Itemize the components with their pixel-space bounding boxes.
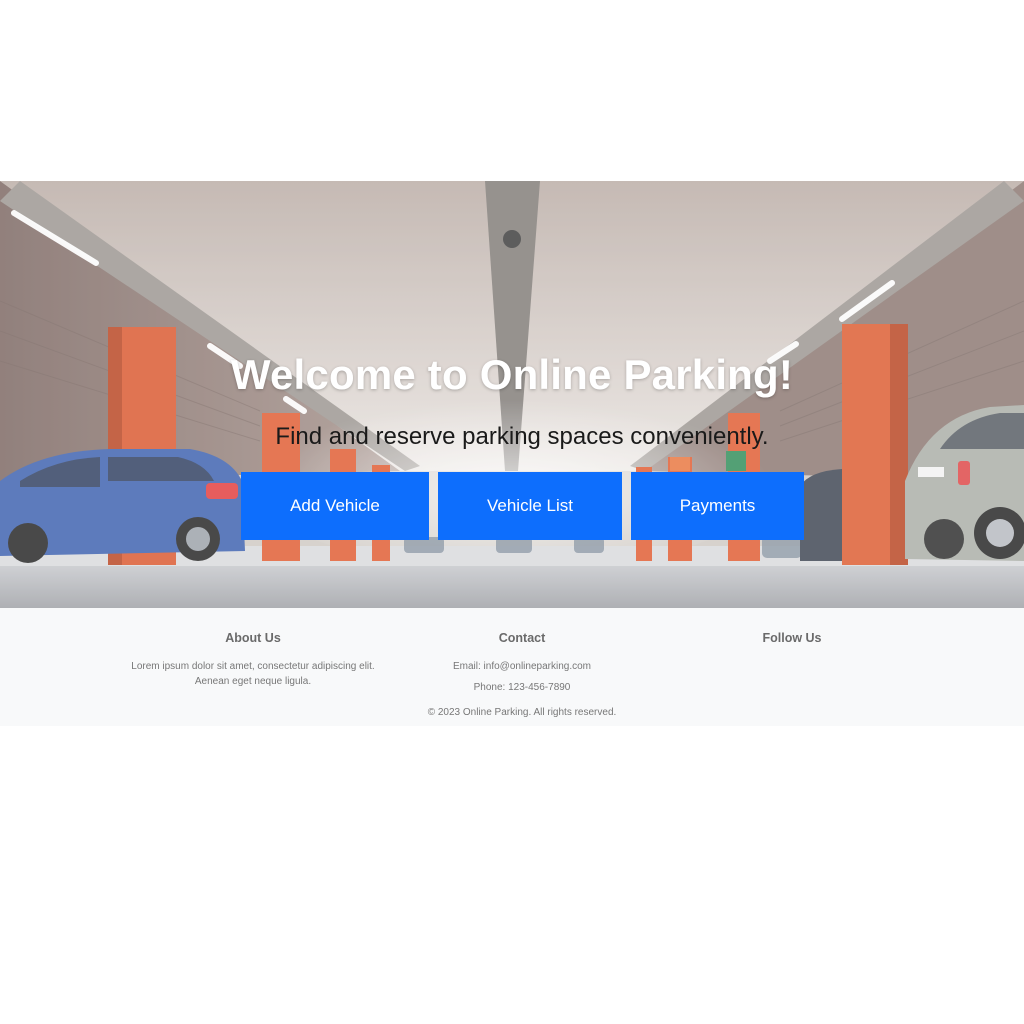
footer: About Us Lorem ipsum dolor sit amet, con… [0, 608, 1024, 726]
vehicle-list-button[interactable]: Vehicle List [438, 472, 622, 540]
follow-heading: Follow Us [762, 631, 822, 645]
hero-subtitle: Find and reserve parking spaces convenie… [275, 423, 769, 450]
hero-title: Welcome to Online Parking! [230, 351, 794, 398]
about-text-line-2: Aenean eget neque ligula. [194, 676, 312, 687]
page: Welcome to Online Parking! Find and rese… [0, 0, 1024, 1024]
payments-button[interactable]: Payments [631, 472, 804, 540]
copyright-text: © 2023 Online Parking. All rights reserv… [427, 707, 617, 718]
hero-section: Welcome to Online Parking! Find and rese… [0, 181, 1024, 608]
contact-email[interactable]: Email: info@onlineparking.com [402, 659, 642, 674]
contact-heading: Contact [498, 631, 546, 645]
about-heading: About Us [225, 631, 281, 645]
about-text-line-1: Lorem ipsum dolor sit amet, consectetur … [131, 661, 375, 672]
contact-phone: Phone: 123-456-7890 [473, 682, 571, 693]
add-vehicle-button[interactable]: Add Vehicle [241, 472, 429, 540]
